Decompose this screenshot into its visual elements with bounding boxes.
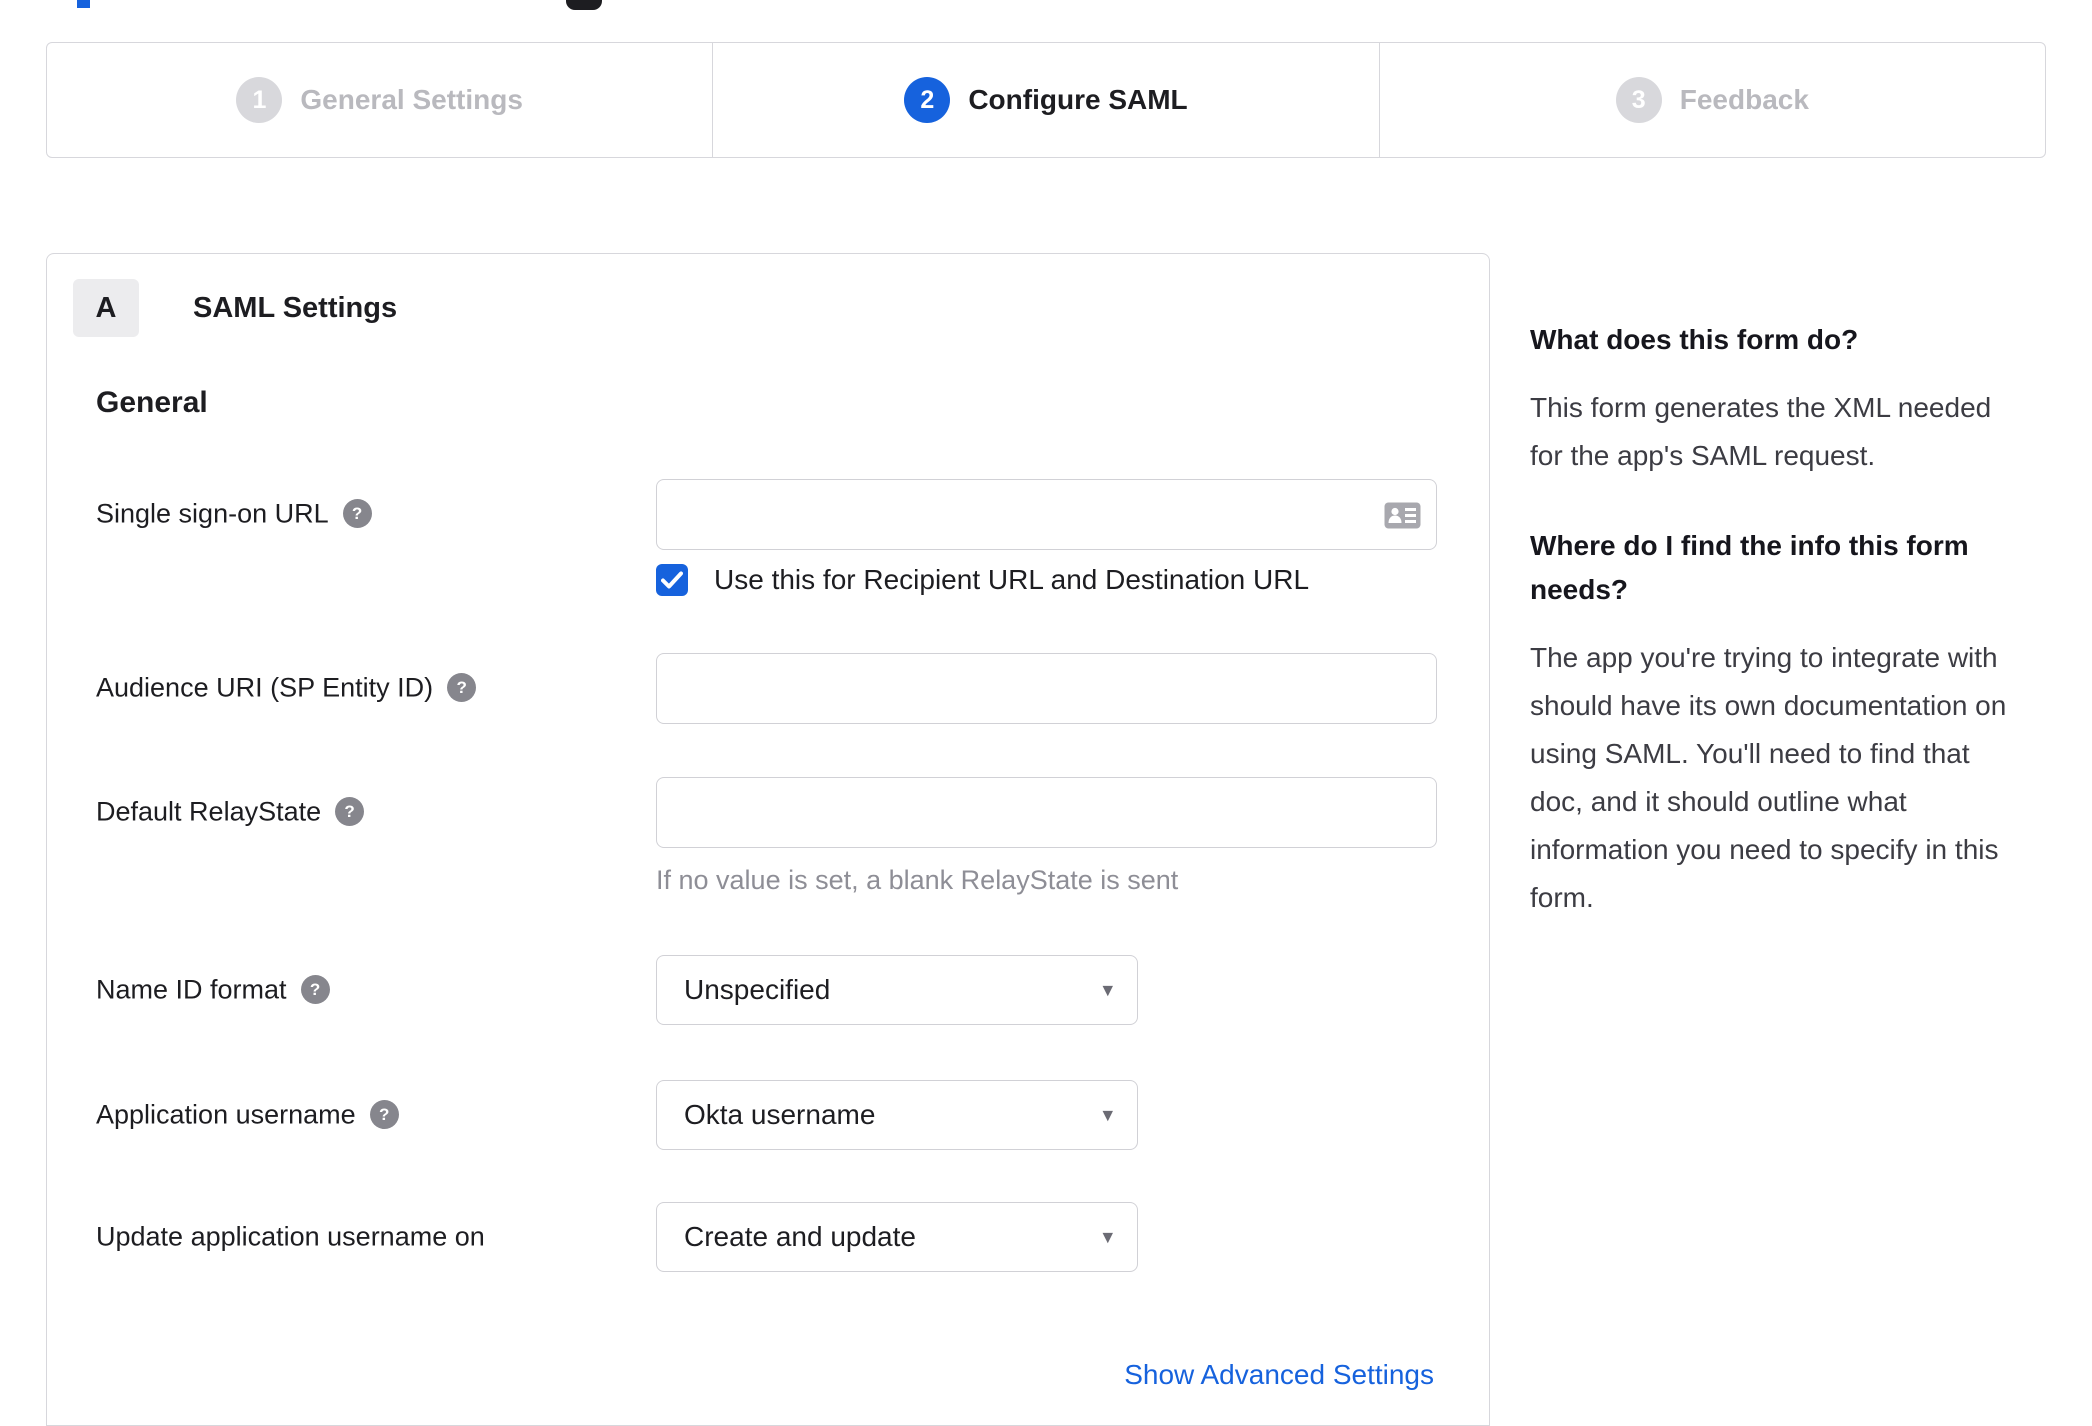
step-1-label: General Settings <box>300 84 523 115</box>
section-title: SAML Settings <box>193 291 398 324</box>
sso-url-input[interactable] <box>656 479 1437 550</box>
help-what-heading: What does this form do? <box>1530 324 1859 355</box>
relay-state-label-wrap: Default RelayState? <box>47 777 656 896</box>
relay-state-row: Default RelayState? If no value is set, … <box>47 777 1489 896</box>
application-username-select[interactable]: Okta username ▾ <box>656 1080 1138 1150</box>
recipient-url-checkbox[interactable] <box>656 564 688 596</box>
relay-state-helper-text: If no value is set, a blank RelayState i… <box>656 865 1179 895</box>
relay-state-input[interactable] <box>656 777 1437 848</box>
application-username-value: Okta username <box>684 1099 876 1130</box>
step-1-circle: 1 <box>236 77 283 123</box>
update-username-label-wrap: Update application username on <box>47 1202 656 1272</box>
chevron-down-icon: ▾ <box>1102 1225 1113 1249</box>
step-general-settings[interactable]: 1 General Settings <box>47 43 712 157</box>
contact-card-icon <box>1384 502 1421 529</box>
audience-uri-row: Audience URI (SP Entity ID)? <box>47 653 1489 724</box>
audience-uri-label: Audience URI (SP Entity ID) <box>96 672 434 703</box>
general-group-title: General <box>96 386 208 419</box>
help-section-what: What does this form do? This form genera… <box>1530 318 2030 480</box>
step-3-label: Feedback <box>1679 84 1809 115</box>
saml-settings-panel: A SAML Settings General Single sign-on U… <box>46 253 1490 1426</box>
wizard-stepper: 1 General Settings 2 Configure SAML 3 Fe… <box>46 42 2046 158</box>
step-feedback[interactable]: 3 Feedback <box>1378 43 2045 157</box>
section-header: A SAML Settings <box>47 254 1489 337</box>
help-sidebar: What does this form do? This form genera… <box>1530 318 2030 922</box>
audience-uri-label-wrap: Audience URI (SP Entity ID)? <box>47 653 656 724</box>
show-advanced-settings-link[interactable]: Show Advanced Settings <box>1124 1359 1434 1390</box>
saml-form: Single sign-on URL? Use this for Recipie… <box>47 479 1489 1391</box>
help-what-body: This form generates the XML needed for t… <box>1530 392 1992 471</box>
cutoff-dark-icon-fragment <box>566 0 602 10</box>
update-username-value: Create and update <box>684 1221 916 1252</box>
help-where-heading: Where do I find the info this form needs… <box>1530 530 1969 605</box>
section-a-badge: A <box>73 279 139 337</box>
name-id-format-help-icon[interactable]: ? <box>300 975 330 1005</box>
sso-url-label: Single sign-on URL <box>96 498 329 529</box>
name-id-format-row: Name ID format? Unspecified ▾ <box>47 955 1489 1025</box>
sso-url-row: Single sign-on URL? Use this for Recipie… <box>47 479 1489 596</box>
audience-uri-help-icon[interactable]: ? <box>447 673 477 703</box>
chevron-down-icon: ▾ <box>1102 978 1113 1002</box>
sso-url-help-icon[interactable]: ? <box>342 499 372 529</box>
name-id-format-label-wrap: Name ID format? <box>47 955 656 1025</box>
step-2-circle: 2 <box>904 77 951 123</box>
audience-uri-input[interactable] <box>656 653 1437 724</box>
name-id-format-label: Name ID format <box>96 974 287 1005</box>
help-where-body: The app you're trying to integrate with … <box>1530 642 2007 913</box>
update-username-label: Update application username on <box>96 1221 485 1252</box>
application-username-label: Application username <box>96 1099 356 1130</box>
application-username-label-wrap: Application username? <box>47 1080 656 1150</box>
name-id-format-select[interactable]: Unspecified ▾ <box>656 955 1138 1025</box>
chevron-down-icon: ▾ <box>1102 1103 1113 1127</box>
application-username-help-icon[interactable]: ? <box>369 1100 399 1130</box>
sso-checkbox-row: Use this for Recipient URL and Destinati… <box>656 564 1437 596</box>
step-2-label: Configure SAML <box>968 84 1188 115</box>
relay-state-label: Default RelayState <box>96 796 322 827</box>
update-username-row: Update application username on Create an… <box>47 1202 1489 1272</box>
step-3-circle: 3 <box>1615 77 1662 123</box>
update-username-select[interactable]: Create and update ▾ <box>656 1202 1138 1272</box>
recipient-url-checkbox-label: Use this for Recipient URL and Destinati… <box>714 564 1310 595</box>
step-configure-saml[interactable]: 2 Configure SAML <box>712 43 1378 157</box>
checkmark-icon <box>661 571 683 589</box>
help-section-where: Where do I find the info this form needs… <box>1530 524 2030 922</box>
cutoff-blue-title-fragment <box>77 0 90 8</box>
name-id-format-value: Unspecified <box>684 974 831 1005</box>
relay-state-help-icon[interactable]: ? <box>335 797 365 827</box>
sso-url-label-wrap: Single sign-on URL? <box>47 479 656 596</box>
application-username-row: Application username? Okta username ▾ <box>47 1080 1489 1150</box>
